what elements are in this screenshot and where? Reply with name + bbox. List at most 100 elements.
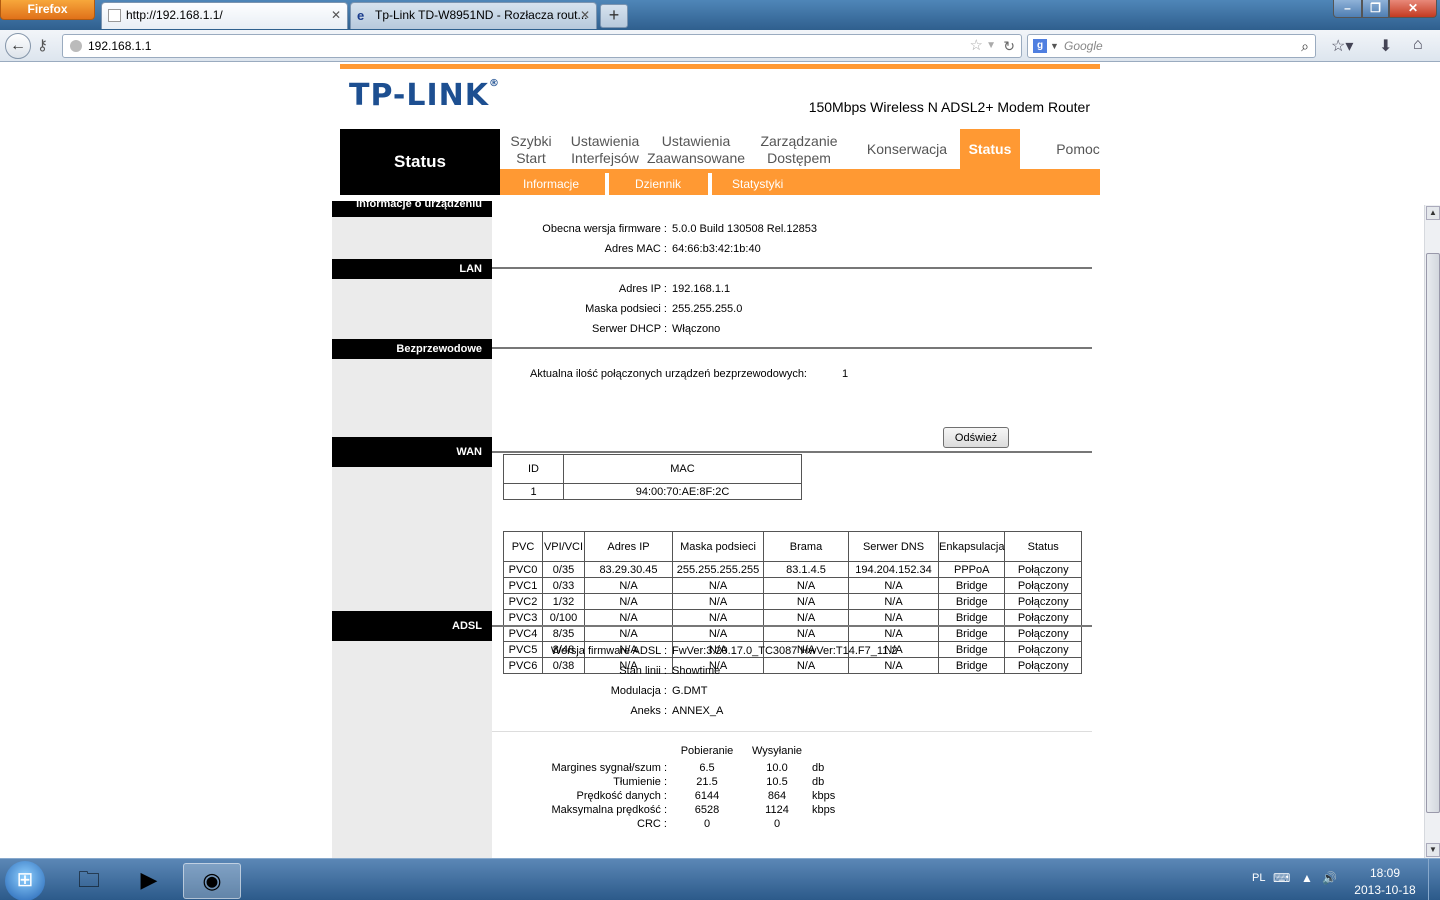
attenuation-up: 10.5 bbox=[766, 776, 788, 788]
submenu-log[interactable]: Dziennik bbox=[635, 169, 681, 195]
lan-mask-value: 255.255.255.0 bbox=[672, 303, 743, 315]
explorer-icon[interactable]: 🗀 bbox=[60, 863, 118, 899]
refresh-button[interactable]: Odśwież bbox=[943, 427, 1009, 448]
menu-advanced-setup[interactable]: Ustawienia Zaawansowane bbox=[644, 133, 748, 173]
adsl-firmware-value: FwVer:3.20.17.0_TC3087 HwVer:T14.F7_11.2 bbox=[672, 645, 898, 657]
model-name: 150Mbps Wireless N ADSL2+ Modem Router bbox=[808, 99, 1090, 115]
menu-maintenance[interactable]: Konserwacja bbox=[858, 129, 956, 169]
table-cell: Połączony bbox=[1004, 593, 1082, 610]
table-header: Enkapsulacja bbox=[937, 531, 1006, 562]
table-cell: Bridge bbox=[937, 625, 1006, 642]
table-cell: N/A bbox=[848, 593, 939, 610]
dhcp-value: Włączono bbox=[672, 323, 721, 335]
google-icon[interactable]: g bbox=[1033, 39, 1047, 53]
menu-quick-start[interactable]: Szybki Start bbox=[505, 133, 557, 173]
upload-column-header: Wysyłanie bbox=[751, 745, 803, 757]
scroll-up-arrow-icon[interactable]: ▲ bbox=[1426, 206, 1440, 220]
submenu-information[interactable]: Informacje bbox=[523, 169, 579, 195]
submenu-bar: Informacje Dziennik Statystyki bbox=[500, 169, 1100, 195]
new-tab-button[interactable]: + bbox=[600, 4, 628, 28]
submenu-statistics[interactable]: Statystyki bbox=[732, 169, 783, 195]
start-button[interactable]: ⊞ bbox=[5, 861, 45, 900]
modulation-label: Modulacja : bbox=[610, 685, 667, 697]
section-heading-wireless: Bezprzewodowe bbox=[332, 339, 492, 359]
clock-time[interactable]: 18:09 bbox=[1350, 866, 1420, 880]
close-window-button[interactable]: ✕ bbox=[1389, 0, 1437, 18]
max-rate-unit: kbps bbox=[812, 804, 836, 816]
clock-date[interactable]: 2013-10-18 bbox=[1350, 883, 1420, 897]
table-cell: N/A bbox=[584, 625, 673, 642]
media-player-icon[interactable]: ▶ bbox=[120, 863, 178, 899]
section-heading-wan: WAN bbox=[332, 437, 492, 467]
table-cell: 0/100 bbox=[542, 609, 585, 626]
scroll-down-arrow-icon[interactable]: ▼ bbox=[1426, 843, 1440, 857]
search-icon[interactable]: ⌕ bbox=[1301, 35, 1309, 57]
downloads-icon[interactable]: ⬇ bbox=[1379, 36, 1392, 56]
bookmark-star-icon[interactable]: ☆ bbox=[970, 35, 983, 57]
back-button[interactable]: ← bbox=[5, 33, 31, 59]
menu-help[interactable]: Pomoc bbox=[1050, 129, 1106, 169]
table-header: Maska podsieci bbox=[672, 531, 764, 562]
snr-label: Margines sygnał/szum : bbox=[551, 762, 667, 774]
content-scrollbar[interactable]: ▲ ▼ bbox=[1424, 205, 1440, 858]
search-input[interactable]: g ▼ Google ⌕ bbox=[1027, 34, 1316, 58]
crc-up: 0 bbox=[773, 818, 781, 830]
tab-forum[interactable]: e Tp-Link TD-W8951ND - Rozłacza rout... … bbox=[350, 2, 597, 29]
url-text: 192.168.1.1 bbox=[88, 39, 152, 53]
keyboard-icon[interactable]: ⌨ bbox=[1273, 871, 1290, 885]
scroll-thumb[interactable] bbox=[1426, 253, 1440, 813]
table-header: VPI/VCI bbox=[542, 531, 585, 562]
show-hidden-icons-icon[interactable]: ▲ bbox=[1301, 871, 1313, 885]
table-cell: N/A bbox=[848, 625, 939, 642]
table-row: PVC4 8/35 N/A N/A N/A N/A Bridge Połączony bbox=[503, 625, 1082, 642]
attenuation-label: Tłumienie : bbox=[613, 776, 667, 788]
language-indicator[interactable]: PL bbox=[1252, 872, 1265, 884]
close-tab-icon[interactable]: ✕ bbox=[331, 3, 341, 28]
key-icon[interactable]: ⚷ bbox=[37, 36, 48, 54]
firmware-label: Obecna wersja firmware : bbox=[542, 223, 667, 235]
data-rate-unit: kbps bbox=[812, 790, 836, 802]
lan-ip-label: Adres IP : bbox=[618, 283, 667, 295]
bookmarks-icon[interactable]: ☆▾ bbox=[1331, 36, 1353, 56]
lan-ip-value: 192.168.1.1 bbox=[672, 283, 731, 295]
menu-status[interactable]: Status bbox=[960, 129, 1020, 169]
table-cell: Połączony bbox=[1004, 609, 1082, 626]
menu-access-management[interactable]: Zarządzanie Dostępem bbox=[755, 133, 843, 173]
address-bar[interactable]: 192.168.1.1 ☆ ▼ ↻ bbox=[62, 34, 1022, 58]
search-engine-dropdown-icon[interactable]: ▼ bbox=[1050, 35, 1059, 57]
mac-label: Adres MAC : bbox=[604, 243, 667, 255]
firefox-taskbar-icon[interactable]: ◉ bbox=[183, 863, 241, 899]
lan-mask-label: Maska podsieci : bbox=[585, 303, 667, 315]
adsl-firmware-label: Wersja firmware ADSL : bbox=[550, 645, 667, 657]
close-tab-icon[interactable]: ✕ bbox=[580, 3, 590, 28]
minimize-button[interactable]: – bbox=[1333, 0, 1362, 18]
table-cell: PPPoA bbox=[937, 561, 1006, 578]
tp-link-logo: TP-LINK® bbox=[349, 78, 501, 113]
history-dropdown-icon[interactable]: ▼ bbox=[986, 35, 996, 57]
reload-icon[interactable]: ↻ bbox=[1003, 35, 1015, 57]
max-rate-up: 1124 bbox=[765, 804, 789, 816]
tab-title: Tp-Link TD-W8951ND - Rozłacza rout... bbox=[375, 8, 588, 22]
table-cell: N/A bbox=[848, 577, 939, 594]
page-viewport: TP-LINK® 150Mbps Wireless N ADSL2+ Modem… bbox=[0, 63, 1424, 858]
firmware-value: 5.0.0 Build 130508 Rel.12853 bbox=[672, 223, 817, 235]
menu-interface-setup[interactable]: Ustawienia Interfejsów bbox=[566, 133, 644, 173]
firefox-menu-button[interactable]: Firefox bbox=[0, 0, 95, 20]
volume-icon[interactable]: 🔊 bbox=[1322, 871, 1337, 885]
table-cell: N/A bbox=[763, 657, 849, 674]
wireless-clients-table: ID MAC 1 94:00:70:AE:8F:2C bbox=[503, 454, 802, 500]
data-rate-down: 6144 bbox=[694, 790, 720, 802]
snr-down: 6.5 bbox=[699, 762, 715, 774]
table-cell: Bridge bbox=[937, 657, 1006, 674]
show-desktop-button[interactable] bbox=[1428, 859, 1440, 900]
download-column-header: Pobieranie bbox=[680, 745, 734, 757]
table-header: MAC bbox=[563, 454, 802, 484]
site-identity-icon[interactable] bbox=[70, 40, 82, 52]
table-cell: N/A bbox=[848, 609, 939, 626]
tab-router-home[interactable]: http://192.168.1.1/ ✕ bbox=[101, 2, 348, 29]
table-cell: 8/35 bbox=[542, 625, 585, 642]
table-row: PVC1 0/33 N/A N/A N/A N/A Bridge Połączony bbox=[503, 577, 1082, 594]
attenuation-unit: db bbox=[812, 776, 825, 788]
home-icon[interactable]: ⌂ bbox=[1413, 36, 1423, 54]
maximize-button[interactable]: ❐ bbox=[1362, 0, 1389, 18]
